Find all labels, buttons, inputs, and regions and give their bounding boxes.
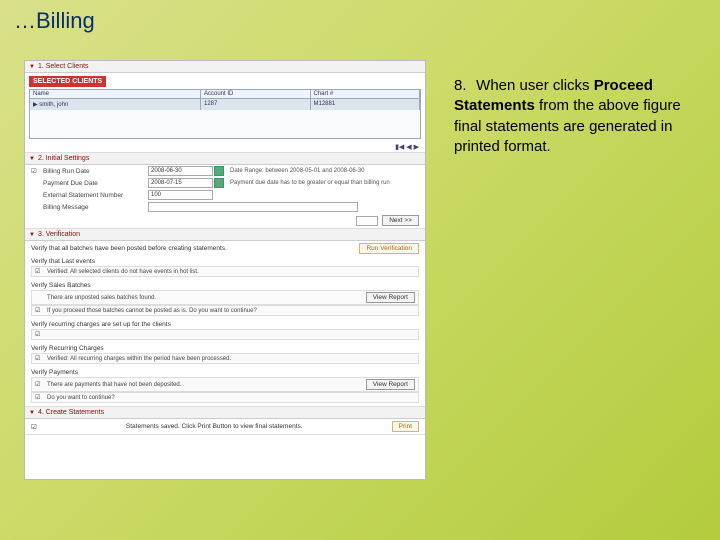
verify-sales-msg1: There are unposted sales batches found. [47,295,362,301]
billing-run-date-field[interactable]: 2008-06-30 [148,166,213,176]
calendar-icon[interactable] [214,178,224,188]
check-icon[interactable]: ☑ [35,394,43,401]
collapse-icon[interactable]: ▼ [29,156,35,162]
checkbox-icon[interactable]: ☑ [31,167,43,175]
verify-sales-msg2: If you proceed those batches cannot be p… [47,308,415,314]
run-verification-button[interactable]: Run Verification [359,243,419,254]
grid-paging-icons[interactable]: ▮◀ ◀ ▶ [25,142,425,152]
col-name[interactable]: Name [30,90,201,98]
section-select-clients-header[interactable]: ▼ 1. Select Clients [25,61,425,73]
clients-grid: Name Account ID Chart # ▶ smith, john 12… [29,89,421,139]
row-payment-due: Payment Due Date 2008-07-15 Payment due … [25,177,425,189]
payment-due-field[interactable]: 2008-07-15 [148,178,213,188]
next-page-icon[interactable]: ▶ [414,143,419,151]
col-account-id[interactable]: Account ID [201,90,311,98]
cell-account: 1287 [201,99,311,110]
verify-recurring-charges-msg: Verified: All recurring charges within t… [47,356,415,362]
collapse-icon[interactable]: ▼ [29,232,35,238]
section-create-statements-header[interactable]: ▼ 4. Create Statements [25,407,425,419]
calendar-icon[interactable] [214,166,224,176]
selected-clients-badge: SELECTED CLIENTS [29,76,106,87]
verify-last-events-msg: Verified: All selected clients do not ha… [47,269,415,275]
check-icon: ☑ [35,331,43,338]
section-verification-header[interactable]: ▼ 3. Verification [25,229,425,241]
section-3-label: 3. Verification [38,231,80,238]
page-select[interactable] [356,216,378,226]
section-4-label: 4. Create Statements [38,409,104,416]
verify-payments-msg1: There are payments that have not been de… [47,382,362,388]
create-statements-msg: Statements saved. Click Print Button to … [126,423,303,430]
collapse-icon[interactable]: ▼ [29,410,35,416]
first-page-icon[interactable]: ▮◀ [395,143,404,151]
cell-chart: M12881 [311,99,421,110]
billing-run-label: Billing Run Date [43,168,148,175]
billing-run-hint: Date Range: between 2008-05-01 and 2008-… [230,168,419,174]
grid-row[interactable]: ▶ smith, john 1287 M12881 [30,99,420,110]
view-report-button[interactable]: View Report [366,379,415,390]
payment-due-hint: Payment due date has to be greater or eq… [230,180,419,186]
page-title: …Billing [14,8,95,34]
print-button[interactable]: Print [392,421,419,432]
row-billing-run-date: ☑ Billing Run Date 2008-06-30 Date Range… [25,165,425,177]
billing-msg-label: Billing Message [43,204,148,211]
billing-msg-field[interactable] [148,202,358,212]
instruction-prefix: When user clicks [476,77,589,94]
verification-top-msg: Verify that all batches have been posted… [31,245,227,252]
check-icon: ☑ [35,355,43,362]
col-chart[interactable]: Chart # [311,90,421,98]
verify-last-events-title: Verify that Last events [31,258,419,265]
row-ext-stmt: External Statement Number 100 [25,189,425,201]
grid-header-row: Name Account ID Chart # [30,90,420,99]
row-billing-msg: Billing Message [25,201,425,213]
check-icon: ☑ [35,381,43,388]
check-icon: ☑ [31,423,37,431]
verify-recurring-setup-title: Verify recurring charges are set up for … [31,321,419,328]
payment-due-label: Payment Due Date [43,180,148,187]
collapse-icon[interactable]: ▼ [29,64,35,70]
grid-empty-area [30,110,420,138]
check-icon: ☑ [35,268,43,275]
prev-page-icon[interactable]: ◀ [406,143,411,151]
section-2-label: 2. Initial Settings [38,155,89,162]
instruction-text: 8. When user clicks Proceed Statements f… [454,76,684,157]
cell-name: ▶ smith, john [30,99,201,110]
instruction-number: 8. [454,76,472,96]
billing-app-panel: ▼ 1. Select Clients SELECTED CLIENTS Nam… [24,60,426,480]
ext-stmt-field[interactable]: 100 [148,190,213,200]
ext-stmt-label: External Statement Number [43,192,148,199]
section-1-label: 1. Select Clients [38,63,89,70]
verify-sales-batches-title: Verify Sales Batches [31,282,419,289]
next-button[interactable]: Next >> [382,215,419,226]
verify-payments-msg2: Do you want to continue? [47,395,415,401]
section-initial-settings-header[interactable]: ▼ 2. Initial Settings [25,153,425,165]
verify-recurring-charges-title: Verify Recurring Charges [31,345,419,352]
view-report-button[interactable]: View Report [366,292,415,303]
check-icon[interactable]: ☑ [35,307,43,314]
verify-payments-title: Verify Payments [31,369,419,376]
